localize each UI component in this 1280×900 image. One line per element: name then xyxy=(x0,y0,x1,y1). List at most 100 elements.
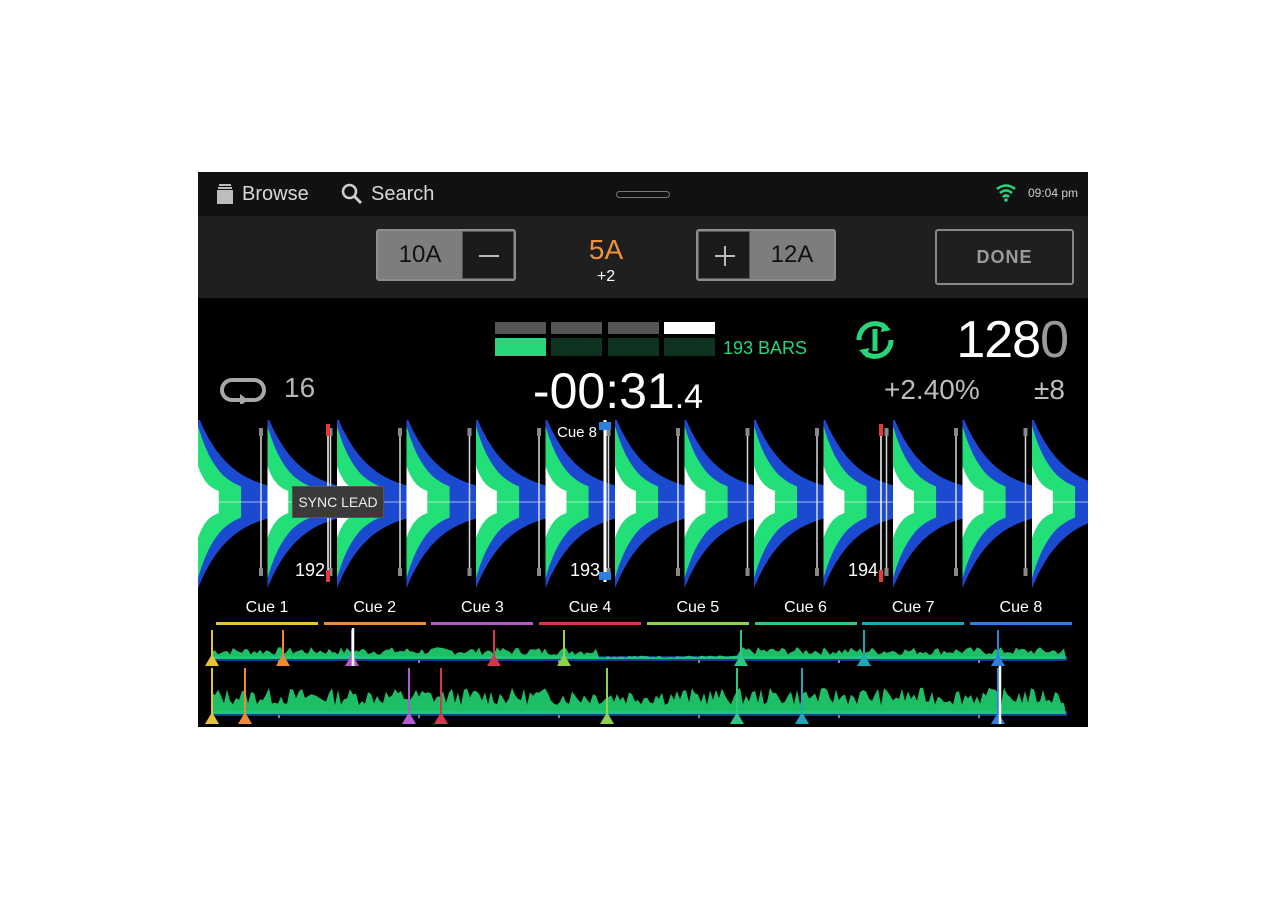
cue-color-line xyxy=(216,622,318,625)
cue-button-4[interactable]: Cue 4 xyxy=(539,599,642,625)
beat-number: 193 xyxy=(570,560,601,580)
cue-flag-label: Cue 8 xyxy=(557,424,598,441)
bar-flag xyxy=(326,424,330,436)
cue-color-line xyxy=(969,622,1072,625)
remaining-time: -00:31.4 xyxy=(518,362,718,420)
drag-handle[interactable] xyxy=(616,191,670,198)
cue-label: Cue 1 xyxy=(245,599,289,616)
cue-label: Cue 5 xyxy=(676,599,720,616)
bars-label: 193 BARS xyxy=(723,338,808,358)
pitch-range[interactable]: ±8 xyxy=(1034,374,1065,406)
overview-tick xyxy=(418,660,420,663)
sync-icon[interactable] xyxy=(853,318,897,367)
beat-tick xyxy=(815,428,819,436)
beat-segment xyxy=(608,338,659,356)
bar-segment xyxy=(551,322,602,334)
beat-tick xyxy=(467,428,472,436)
cue-button-3[interactable]: Cue 3 xyxy=(431,599,534,625)
beat-tick xyxy=(954,428,958,436)
beat-tick xyxy=(884,428,889,436)
cue-color-line xyxy=(323,622,426,625)
beat-segment xyxy=(551,338,602,356)
cue-color-line xyxy=(754,622,857,625)
beat-tick xyxy=(1023,428,1028,436)
overview-tick xyxy=(978,715,980,718)
beat-number: 194 xyxy=(848,560,879,580)
top-bar: Browse Search 09:04 pm xyxy=(198,172,1088,216)
browse-label: Browse xyxy=(242,182,309,205)
done-button[interactable]: DONE xyxy=(935,229,1074,285)
remaining-time-decimal: .4 xyxy=(674,378,704,416)
deck-screen: Browse Search 09:04 pm 10A 5A +2 12A DON… xyxy=(198,172,1088,727)
browse-button[interactable]: Browse xyxy=(216,172,309,216)
bpm-decimal: 0 xyxy=(1040,311,1069,369)
overview-tick xyxy=(418,715,420,718)
key-down-label: 10A xyxy=(398,241,442,268)
wifi-icon xyxy=(996,184,1016,207)
cue-button-8[interactable]: Cue 8 xyxy=(969,599,1072,625)
key-down-button[interactable] xyxy=(462,231,514,279)
beat-tick xyxy=(537,428,541,436)
bar-flag xyxy=(326,570,330,582)
cue-color-line xyxy=(431,622,534,625)
beat-number: 192 xyxy=(295,560,326,580)
beat-tick xyxy=(398,568,402,576)
overview-tick xyxy=(838,715,840,718)
cue-button-6[interactable]: Cue 6 xyxy=(754,599,857,625)
plus-icon xyxy=(715,246,735,266)
bpm-integer: 128 xyxy=(956,311,1041,369)
cue-color-line xyxy=(539,622,642,625)
overview-tick xyxy=(698,660,700,663)
remaining-time-main: -00:31 xyxy=(532,363,675,419)
cue-flag xyxy=(599,572,611,580)
cue-label: Cue 7 xyxy=(891,599,935,616)
minus-icon xyxy=(479,255,499,257)
key-up-control: 12A xyxy=(696,229,836,281)
key-down-control: 10A xyxy=(376,229,516,281)
beat-tick xyxy=(259,568,263,576)
loop-icon[interactable] xyxy=(218,376,268,409)
key-up-label: 12A xyxy=(770,241,814,268)
overview-tick xyxy=(698,715,700,718)
cue-button-5[interactable]: Cue 5 xyxy=(646,599,749,625)
cue-button-2[interactable]: Cue 2 xyxy=(323,599,426,625)
loop-length[interactable]: 16 xyxy=(284,372,315,404)
track-overview-zoomed[interactable] xyxy=(198,666,1088,727)
cue-label: Cue 3 xyxy=(461,599,504,616)
beat-tick xyxy=(259,428,263,436)
beat-tick xyxy=(954,568,958,576)
beat-tick xyxy=(745,428,750,436)
overview-tick xyxy=(838,660,840,663)
cue-button-7[interactable]: Cue 7 xyxy=(862,599,965,625)
cue-color-line xyxy=(862,622,965,625)
overview-wave xyxy=(212,647,1066,659)
pitch-value: +2.40% xyxy=(884,374,980,405)
beat-tick xyxy=(676,428,680,436)
track-overview[interactable] xyxy=(198,628,1088,668)
cue-label: Cue 6 xyxy=(784,599,827,616)
beat-tick xyxy=(398,428,402,436)
cue-label: Cue 8 xyxy=(999,599,1043,616)
beat-segment xyxy=(664,338,715,356)
sync-lead-badge: SYNC LEAD xyxy=(292,486,384,518)
search-label: Search xyxy=(371,182,435,205)
beat-tick xyxy=(815,568,819,576)
key-offset: +2 xyxy=(596,268,616,285)
browse-icon xyxy=(216,184,234,204)
cue-flag xyxy=(599,422,611,430)
beat-tick xyxy=(467,568,472,576)
clock: 09:04 pm xyxy=(1028,186,1079,200)
bar-segment xyxy=(495,322,546,334)
key-up-button[interactable] xyxy=(698,231,750,279)
cue-color-line xyxy=(646,622,749,625)
beat-tick xyxy=(884,568,889,576)
search-icon xyxy=(341,183,363,205)
beat-tick xyxy=(537,568,541,576)
bar-counter-meter xyxy=(495,322,715,356)
beat-tick xyxy=(745,568,750,576)
cue-label: Cue 2 xyxy=(353,599,397,616)
cue-button-1[interactable]: Cue 1 xyxy=(216,599,318,625)
overview-tick xyxy=(978,660,980,663)
search-button[interactable]: Search xyxy=(341,172,434,216)
overview-wave xyxy=(212,687,1066,714)
